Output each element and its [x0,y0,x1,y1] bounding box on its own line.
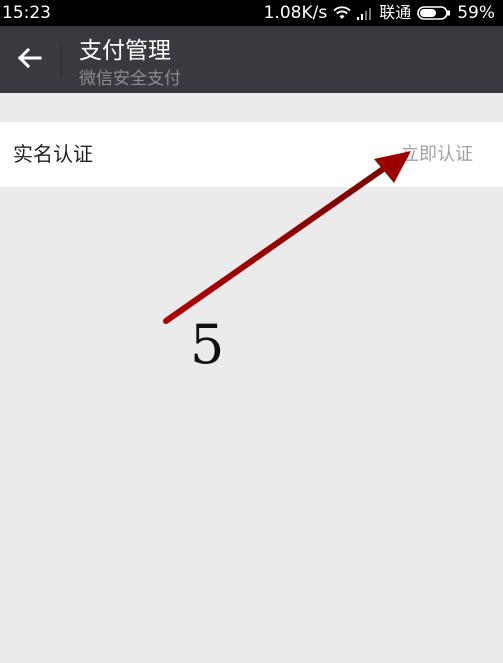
back-button[interactable] [0,26,58,93]
battery-percentage: 59% [457,3,495,23]
status-right-group: 1.08K/s 联通 59% [264,0,495,26]
annotation-step-number: 5 [190,313,225,376]
page-title: 支付管理 [79,38,171,64]
wifi-icon [333,6,351,20]
battery-icon [417,6,451,20]
status-time: 15:23 [2,3,51,23]
list-item-real-name-auth[interactable]: 实名认证 立即认证 [0,122,503,187]
arrow-left-icon [16,47,42,73]
list-item-label: 实名认证 [13,142,93,166]
header-divider [61,44,62,78]
verify-now-link[interactable]: 立即认证 [401,122,473,187]
payment-management-screen: 15:23 1.08K/s 联通 59% 支付管理 微信安全支付 实名认证 立即… [0,0,503,663]
network-speed: 1.08K/s [263,3,328,23]
carrier-name: 联通 [379,3,412,22]
annotation-arrow [163,151,411,324]
signal-icon [357,6,373,20]
action-bar: 支付管理 微信安全支付 [0,26,503,93]
page-subtitle: 微信安全支付 [79,69,181,89]
status-bar: 15:23 1.08K/s 联通 59% [0,0,503,26]
